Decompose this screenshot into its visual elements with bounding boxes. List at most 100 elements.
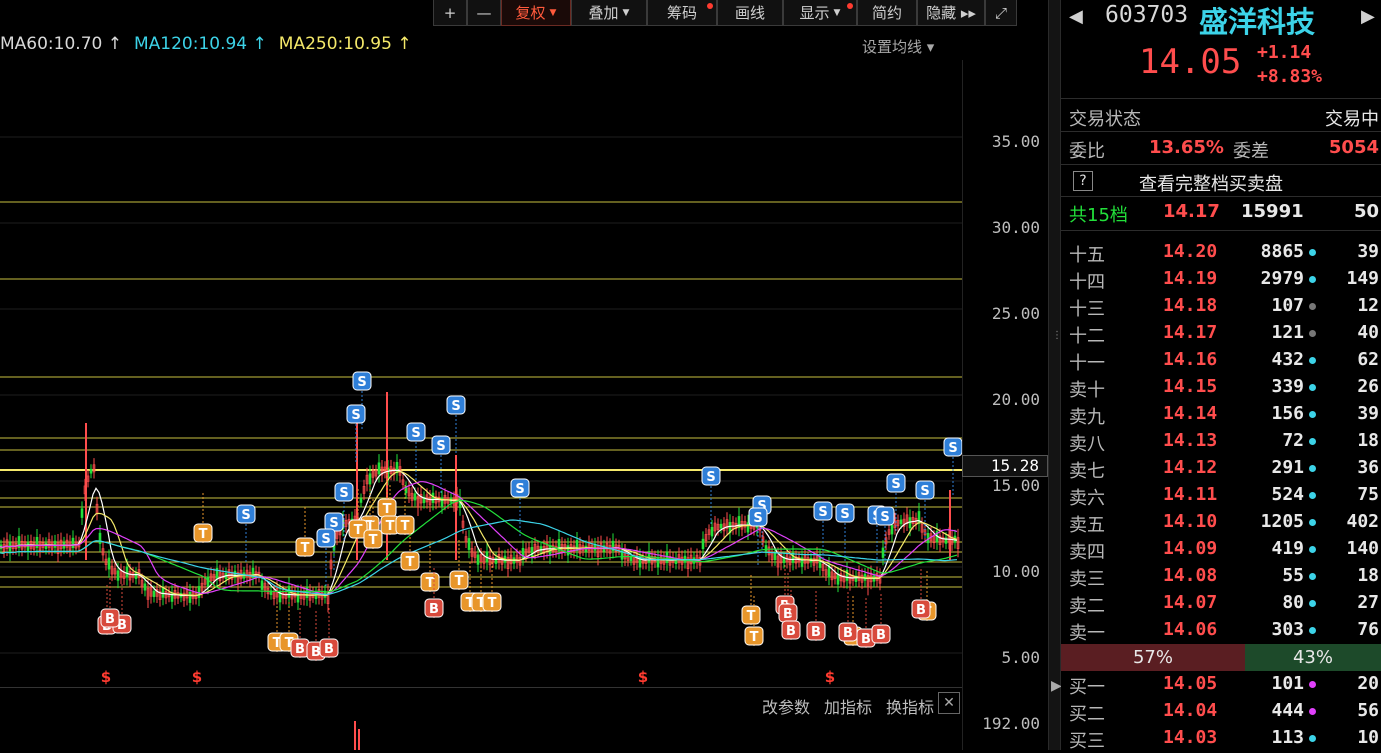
toolbar-button[interactable]: 复权 ▼ — [501, 0, 571, 26]
chart-toolbar: + — 复权 ▼ 叠加 ▼ 筹码 画线 显示 ▼ 简约 隐藏 ▸▸ ⤢ — [433, 0, 1017, 27]
add-indicator-button[interactable]: 加指标 — [824, 694, 872, 718]
level-dot-icon — [1309, 411, 1316, 418]
toolbar-button-label: — — [476, 3, 492, 22]
level-label: 十四 — [1069, 272, 1105, 293]
level-label: 买一 — [1069, 677, 1105, 698]
level-count: 76 — [1357, 619, 1379, 640]
ask-row[interactable]: 卖二 14.07 80 27 — [1061, 590, 1381, 617]
toolbar-button-label: 简约 — [871, 4, 902, 22]
level-dot-icon — [1309, 546, 1316, 553]
toolbar-button[interactable]: — — [467, 0, 501, 26]
level-volume: 107 — [1271, 295, 1304, 316]
switch-indicator-button[interactable]: 换指标 — [886, 694, 934, 718]
ask-row[interactable]: 卖五 14.10 1205 402 — [1061, 509, 1381, 536]
toolbar-button[interactable]: + — [433, 0, 467, 26]
toolbar-button[interactable]: 叠加 ▼ — [571, 0, 647, 26]
candle-body — [359, 498, 363, 503]
wb-value: 13.65% — [1149, 137, 1224, 158]
trade-marker-letter: S — [339, 486, 348, 501]
bid-row[interactable]: 买一 14.05 101 20 — [1061, 671, 1381, 698]
last-price: 14.05 — [1139, 42, 1242, 82]
level-dot-icon — [1309, 492, 1316, 499]
level-volume: 432 — [1271, 349, 1304, 370]
toolbar-button[interactable]: 筹码 — [647, 0, 717, 26]
set-ma-button[interactable]: 设置均线 ▾ — [862, 36, 934, 57]
ask-row[interactable]: 十四 14.19 2979 149 — [1061, 266, 1381, 293]
next-stock-icon[interactable]: ▶ — [1361, 6, 1375, 27]
level-count: 26 — [1357, 376, 1379, 397]
level-dot-icon — [1309, 465, 1316, 472]
level-price: 14.08 — [1163, 565, 1218, 586]
level-volume: 72 — [1282, 430, 1304, 451]
level-volume: 291 — [1271, 457, 1304, 478]
candle-body — [494, 557, 498, 564]
trade-marker-letter: S — [357, 375, 366, 390]
toolbar-button[interactable]: 简约 — [857, 0, 917, 26]
y-tick: 20.00 — [991, 390, 1040, 409]
toolbar-button[interactable]: 隐藏 ▸▸ — [917, 0, 985, 26]
toolbar-button-label: 隐藏 ▸▸ — [926, 4, 976, 22]
level-dot-icon — [1309, 708, 1316, 715]
toolbar-button-label: 画线 — [734, 4, 765, 22]
level-price: 14.12 — [1163, 457, 1218, 478]
ask-row[interactable]: 卖六 14.11 524 75 — [1061, 482, 1381, 509]
trade-marker-letter: B — [105, 612, 115, 627]
ask-row[interactable]: 十一 14.16 432 62 — [1061, 347, 1381, 374]
toolbar-button[interactable]: ⤢ — [985, 0, 1017, 26]
trade-marker-letter: S — [891, 477, 900, 492]
kline-chart[interactable]: SSSSSSSSSSSSSSSSSSSSTTTTTTTTTTTTTTTTTTTT… — [0, 60, 1048, 687]
price-change-pct: +8.83% — [1257, 66, 1323, 87]
candle-body — [134, 572, 138, 579]
ask-row[interactable]: 卖九 14.14 156 39 — [1061, 401, 1381, 428]
level-label: 十五 — [1069, 245, 1105, 266]
level-price: 14.04 — [1163, 700, 1218, 721]
trade-marker-letter: S — [840, 507, 849, 522]
divider — [1061, 196, 1381, 197]
edit-params-button[interactable]: 改参数 — [762, 694, 810, 718]
ask-row[interactable]: 卖三 14.08 55 18 — [1061, 563, 1381, 590]
close-indicator-icon[interactable]: ✕ — [938, 692, 960, 714]
toolbar-button[interactable]: 显示 ▼ — [783, 0, 857, 26]
level-price: 14.16 — [1163, 349, 1218, 370]
toolbar-button-label: 叠加 — [588, 4, 619, 22]
full-book-link[interactable]: 查看完整档买卖盘 — [1061, 168, 1381, 195]
level-volume: 8865 — [1260, 241, 1304, 262]
buy-ratio: 57% — [1061, 644, 1245, 671]
trade-marker-letter: B — [916, 603, 926, 618]
full-book-text[interactable]: 查看完整档买卖盘 — [1139, 170, 1283, 196]
ma120-value: MA120:10.94 ↑ — [133, 34, 267, 54]
level-count: 39 — [1357, 403, 1379, 424]
trade-marker-letter: S — [920, 484, 929, 499]
ask-row[interactable]: 卖八 14.13 72 18 — [1061, 428, 1381, 455]
ask-row[interactable]: 卖四 14.09 419 140 — [1061, 536, 1381, 563]
trade-marker-letter: B — [324, 642, 334, 657]
bid-row[interactable]: 买三 14.03 113 10 — [1061, 725, 1381, 752]
ma60-value: MA60:10.70 ↑ — [0, 34, 122, 54]
toolbar-button[interactable]: 画线 — [717, 0, 783, 26]
level-count: 140 — [1346, 538, 1379, 559]
trade-marker-letter: S — [321, 532, 330, 547]
ask-row[interactable]: 卖十 14.15 339 26 — [1061, 374, 1381, 401]
ask-row[interactable]: 十三 14.18 107 12 — [1061, 293, 1381, 320]
candle-body — [206, 576, 210, 587]
trade-marker-letter: S — [818, 505, 827, 520]
y-tick: 10.00 — [991, 562, 1040, 581]
candle-body — [116, 570, 120, 581]
level-dot-icon — [1309, 303, 1316, 310]
status-value: 交易中 — [1325, 109, 1379, 130]
ask-row[interactable]: 十二 14.17 121 40 — [1061, 320, 1381, 347]
y-tick: 5.00 — [1001, 648, 1040, 667]
price-axis: 35.00 30.00 25.00 20.00 15.00 10.00 5.00… — [962, 60, 1048, 750]
ma250-value: MA250:10.95 ↑ — [278, 34, 412, 54]
level-dot-icon — [1309, 600, 1316, 607]
level-price: 14.20 — [1163, 241, 1218, 262]
prev-stock-icon[interactable]: ◀ — [1069, 6, 1083, 27]
ask-row[interactable]: 卖七 14.12 291 36 — [1061, 455, 1381, 482]
ask-row[interactable]: 十五 14.20 8865 39 — [1061, 239, 1381, 266]
level-price: 14.03 — [1163, 727, 1218, 748]
ask-row[interactable]: 卖一 14.06 303 76 — [1061, 617, 1381, 644]
level-price: 14.09 — [1163, 538, 1218, 559]
trade-marker-letter: B — [295, 642, 305, 657]
bid-row[interactable]: 买二 14.04 444 56 — [1061, 698, 1381, 725]
panel-divider[interactable] — [1048, 0, 1061, 750]
